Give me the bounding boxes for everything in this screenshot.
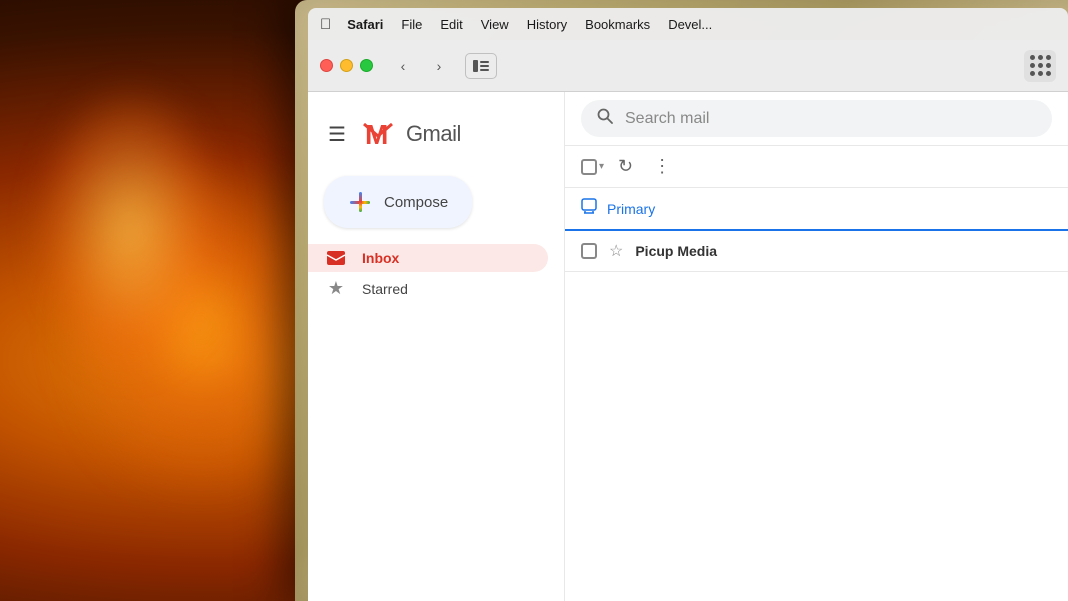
gmail-wordmark: Gmail — [406, 121, 461, 147]
compose-label: Compose — [384, 194, 448, 211]
search-bar[interactable]: Search mail — [581, 100, 1052, 137]
menubar-file[interactable]: File — [401, 17, 422, 32]
menubar-develop[interactable]: Devel... — [668, 17, 712, 32]
email-list-item[interactable]: ☆ Picup Media — [565, 231, 1068, 272]
primary-tab[interactable]: Primary — [565, 188, 1068, 231]
back-button[interactable]: ‹ — [389, 52, 417, 80]
sidebar-icon — [473, 60, 489, 72]
menubar-history[interactable]: History — [527, 17, 567, 32]
more-options-button[interactable]: ⋮ — [647, 152, 677, 181]
menubar-safari[interactable]: Safari — [347, 17, 383, 32]
sidebar-item-starred[interactable]: ★ Starred — [308, 272, 548, 305]
svg-text:M: M — [365, 119, 388, 150]
refresh-button[interactable]: ↻ — [612, 152, 639, 181]
search-placeholder-text: Search mail — [625, 110, 709, 128]
menubar-view[interactable]: View — [481, 17, 509, 32]
star-icon: ★ — [326, 278, 346, 299]
search-icon — [597, 108, 613, 129]
sidebar-toggle-button[interactable] — [465, 53, 497, 79]
email-star-icon[interactable]: ☆ — [609, 241, 623, 261]
inbox-icon — [326, 250, 346, 266]
grid-dots-icon — [1030, 55, 1051, 76]
gmail-main-toolbar: Search mail — [565, 92, 1068, 146]
chevron-left-icon: ‹ — [401, 58, 406, 74]
apple-menu-icon[interactable]:  — [320, 16, 331, 33]
browser-toolbar: ‹ › — [308, 40, 1068, 92]
compose-plus-icon — [348, 190, 372, 214]
gmail-header: ☰ M Gmail — [308, 108, 564, 168]
sidebar-item-inbox[interactable]: Inbox — [308, 244, 548, 272]
starred-label: Starred — [362, 281, 408, 297]
email-sender: Picup Media — [635, 243, 755, 259]
more-vertical-icon: ⋮ — [653, 156, 671, 176]
forward-button[interactable]: › — [425, 52, 453, 80]
primary-tab-label: Primary — [607, 201, 655, 217]
traffic-lights — [320, 59, 373, 72]
fullscreen-button[interactable] — [360, 59, 373, 72]
gmail-m-logo: M — [360, 116, 396, 152]
browser-window: ‹ › ☰ — [308, 40, 1068, 601]
grid-apps-button[interactable] — [1024, 50, 1056, 82]
inbox-label: Inbox — [362, 250, 399, 266]
compose-button[interactable]: Compose — [324, 176, 472, 228]
macos-menubar:  Safari File Edit View History Bookmark… — [308, 8, 1068, 40]
menubar-bookmarks[interactable]: Bookmarks — [585, 17, 650, 32]
chevron-right-icon: › — [437, 58, 442, 74]
gmail-main: Search mail ▾ ↻ ⋮ — [564, 92, 1068, 601]
hamburger-menu-icon[interactable]: ☰ — [324, 118, 350, 151]
gmail-content-area: ☰ M Gmail Compose — [308, 92, 1068, 601]
primary-tab-icon — [581, 198, 597, 219]
minimize-button[interactable] — [340, 59, 353, 72]
email-toolbar: ▾ ↻ ⋮ — [565, 146, 1068, 188]
refresh-icon: ↻ — [618, 156, 633, 176]
background-glow-2 — [30, 80, 230, 380]
email-checkbox-icon[interactable] — [581, 243, 597, 259]
menubar-edit[interactable]: Edit — [440, 17, 462, 32]
gmail-sidebar: ☰ M Gmail Compose — [308, 92, 564, 601]
checkbox-chevron-icon: ▾ — [599, 161, 604, 172]
select-all-checkbox[interactable]: ▾ — [581, 159, 604, 175]
checkbox-icon — [581, 159, 597, 175]
close-button[interactable] — [320, 59, 333, 72]
